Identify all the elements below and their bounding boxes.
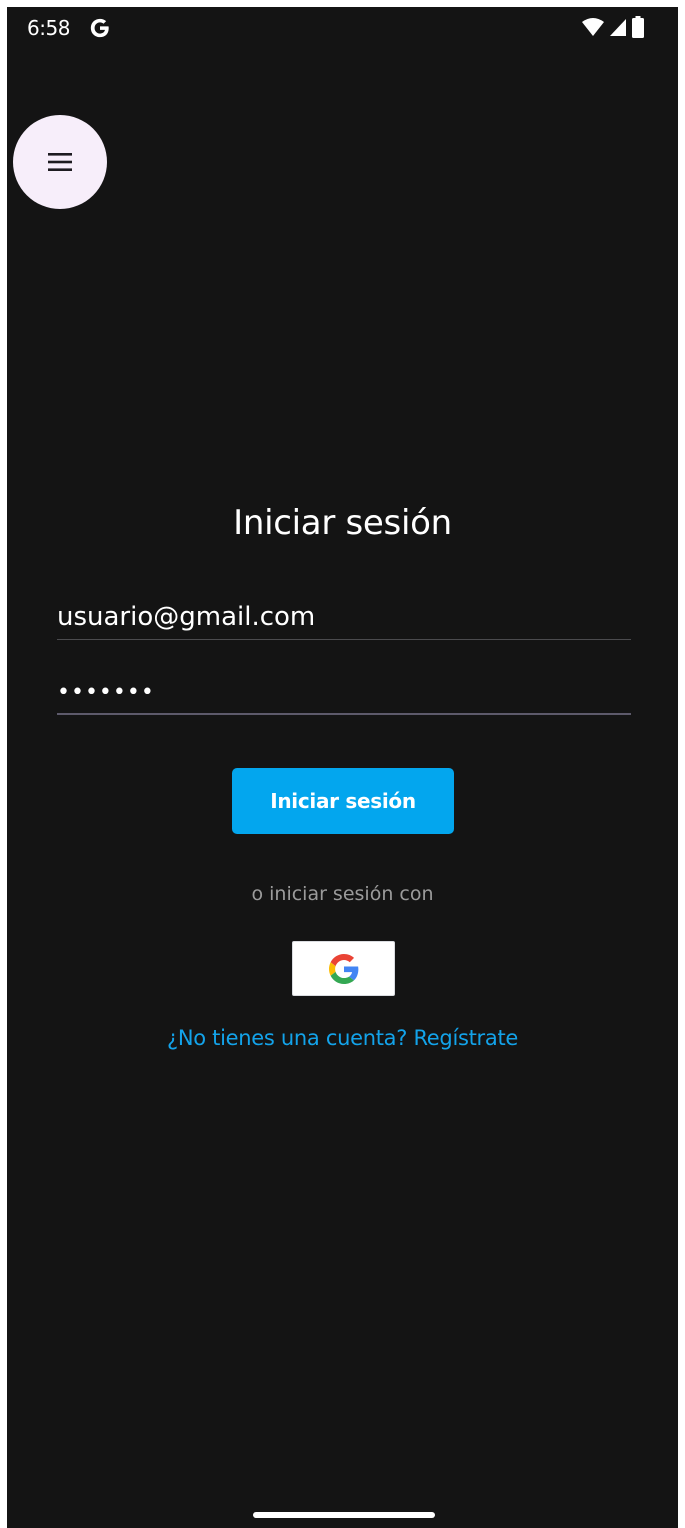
password-field[interactable] [57, 671, 631, 715]
status-time: 6:58 [27, 16, 70, 40]
login-button[interactable]: Iniciar sesión [232, 768, 454, 834]
google-notification-icon [90, 18, 109, 38]
menu-button[interactable] [13, 115, 107, 209]
status-icons [582, 16, 644, 38]
signal-icon [610, 19, 626, 36]
navigation-handle[interactable] [253, 1512, 435, 1518]
register-link[interactable]: ¿No tienes una cuenta? Regístrate [7, 1026, 678, 1050]
alt-login-text: o iniciar sesión con [251, 883, 434, 905]
google-logo-icon [328, 953, 358, 984]
email-input[interactable] [57, 595, 631, 639]
battery-icon [632, 16, 644, 38]
page-title: Iniciar sesión [233, 503, 452, 543]
app-screen: 6:58 Iniciar sesión Inic [7, 7, 678, 1528]
status-bar: 6:58 [7, 7, 678, 53]
email-field[interactable] [57, 595, 631, 640]
google-signin-button[interactable] [292, 941, 395, 996]
password-input[interactable] [57, 671, 631, 713]
hamburger-menu-icon [48, 153, 72, 171]
wifi-icon [582, 18, 604, 36]
